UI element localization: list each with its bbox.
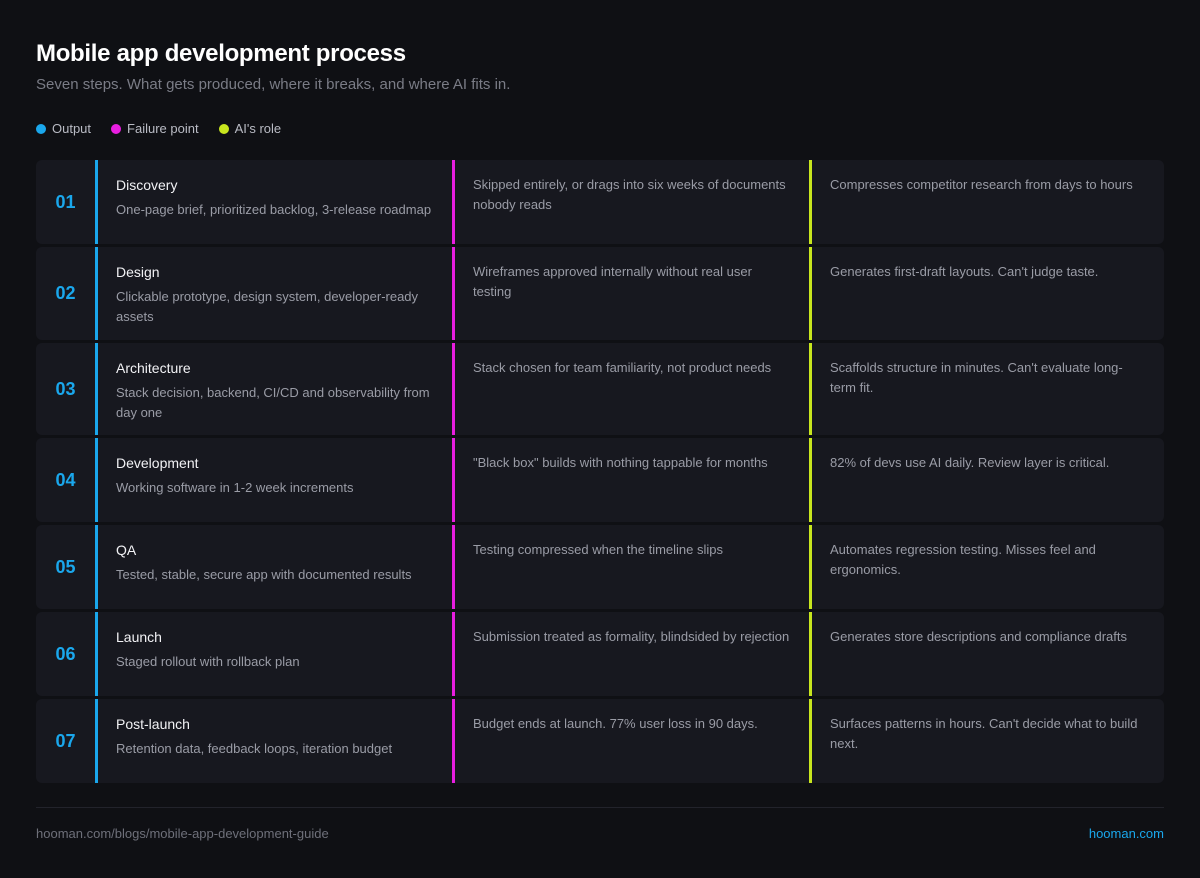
step-row-post-launch: 07 Post-launch Retention data, feedback … <box>36 699 1164 783</box>
failure-cell: Stack chosen for team familiarity, not p… <box>452 343 809 435</box>
failure-dot-icon <box>111 123 122 134</box>
step-output: Retention data, feedback loops, iteratio… <box>116 741 393 756</box>
footer-brand-link[interactable]: hooman.com <box>1089 826 1164 841</box>
ai-role-cell: 82% of devs use AI daily. Review layer i… <box>809 438 1164 522</box>
output-cell: Post-launch Retention data, feedback loo… <box>95 699 452 783</box>
failure-text: Wireframes approved internally without r… <box>473 264 752 299</box>
step-number: 06 <box>55 643 76 664</box>
step-number: 07 <box>55 730 76 751</box>
ai-role-cell: Scaffolds structure in minutes. Can't ev… <box>809 343 1164 435</box>
failure-cell: Submission treated as formality, blindsi… <box>452 612 809 696</box>
footer-source-link[interactable]: hooman.com/blogs/mobile-app-development-… <box>36 826 329 841</box>
step-number: 05 <box>55 556 76 577</box>
ai-role-cell: Automates regression testing. Misses fee… <box>809 525 1164 609</box>
output-cell: QA Tested, stable, secure app with docum… <box>95 525 452 609</box>
step-name: Discovery <box>116 177 178 193</box>
failure-cell: Testing compressed when the timeline sli… <box>452 525 809 609</box>
output-cell: Discovery One-page brief, prioritized ba… <box>95 160 452 244</box>
ai-role-text: Generates store descriptions and complia… <box>830 629 1127 644</box>
step-name: Launch <box>116 629 162 645</box>
step-row-launch: 06 Launch Staged rollout with rollback p… <box>36 612 1164 696</box>
failure-cell: Budget ends at launch. 77% user loss in … <box>452 699 809 783</box>
failure-text: Skipped entirely, or drags into six week… <box>473 177 786 212</box>
legend-label: AI's role <box>234 121 282 136</box>
step-row-qa: 05 QA Tested, stable, secure app with do… <box>36 525 1164 609</box>
output-cell: Architecture Stack decision, backend, CI… <box>95 343 452 435</box>
step-output: Clickable prototype, design system, deve… <box>116 289 419 324</box>
step-name: Architecture <box>116 360 191 376</box>
ai-role-cell: Compresses competitor research from days… <box>809 160 1164 244</box>
output-dot-icon <box>36 123 46 134</box>
output-cell: Launch Staged rollout with rollback plan <box>95 612 452 696</box>
step-row-discovery: 01 Discovery One-page brief, prioritized… <box>36 160 1164 244</box>
step-number: 01 <box>55 191 76 212</box>
page-subtitle: Seven steps. What gets produced, where i… <box>36 76 511 93</box>
step-output: Tested, stable, secure app with document… <box>116 567 412 582</box>
footer-divider <box>36 807 1164 808</box>
ai-dot-icon <box>218 123 229 134</box>
step-name: QA <box>116 542 137 558</box>
failure-cell: Wireframes approved internally without r… <box>452 247 809 340</box>
ai-role-text: 82% of devs use AI daily. Review layer i… <box>830 455 1110 470</box>
failure-cell: "Black box" builds with nothing tappable… <box>452 438 809 522</box>
ai-role-text: Surfaces patterns in hours. Can't decide… <box>830 716 1138 751</box>
ai-role-text: Scaffolds structure in minutes. Can't ev… <box>830 360 1123 395</box>
legend-item-output: Output <box>36 121 91 136</box>
ai-role-text: Generates first-draft layouts. Can't jud… <box>830 264 1099 279</box>
step-name: Development <box>116 455 199 471</box>
failure-text: "Black box" builds with nothing tappable… <box>473 455 768 470</box>
ai-role-cell: Surfaces patterns in hours. Can't decide… <box>809 699 1164 783</box>
legend-label: Output <box>52 121 92 136</box>
step-name: Design <box>116 264 160 280</box>
page-title: Mobile app development process <box>36 40 406 67</box>
step-name: Post-launch <box>116 716 190 732</box>
legend-label: Failure point <box>127 121 199 136</box>
failure-text: Testing compressed when the timeline sli… <box>473 542 724 557</box>
step-number: 03 <box>55 378 76 399</box>
step-output: Stack decision, backend, CI/CD and obser… <box>116 385 430 420</box>
step-output: Working software in 1-2 week increments <box>116 480 354 495</box>
step-row-development: 04 Development Working software in 1-2 w… <box>36 438 1164 522</box>
ai-role-cell: Generates store descriptions and complia… <box>809 612 1164 696</box>
ai-role-text: Compresses competitor research from days… <box>830 177 1133 192</box>
failure-text: Budget ends at launch. 77% user loss in … <box>473 716 758 731</box>
step-number: 02 <box>55 283 76 303</box>
step-number: 04 <box>55 469 76 490</box>
step-row-design: 02 Design Clickable prototype, design sy… <box>36 247 1164 340</box>
failure-text: Stack chosen for team familiarity, not p… <box>473 360 772 375</box>
output-cell: Development Working software in 1-2 week… <box>95 438 452 522</box>
legend: Output Failure point AI's role <box>36 121 281 136</box>
ai-role-cell: Generates first-draft layouts. Can't jud… <box>809 247 1164 340</box>
output-cell: Design Clickable prototype, design syste… <box>95 247 452 340</box>
step-output: One-page brief, prioritized backlog, 3-r… <box>116 202 432 217</box>
legend-item-ai: AI's role <box>218 121 282 136</box>
step-output: Staged rollout with rollback plan <box>116 654 300 669</box>
legend-item-failure: Failure point <box>111 121 199 136</box>
step-row-architecture: 03 Architecture Stack decision, backend,… <box>36 343 1164 435</box>
failure-text: Submission treated as formality, blindsi… <box>473 629 790 644</box>
ai-role-text: Automates regression testing. Misses fee… <box>830 542 1096 577</box>
failure-cell: Skipped entirely, or drags into six week… <box>452 160 809 244</box>
